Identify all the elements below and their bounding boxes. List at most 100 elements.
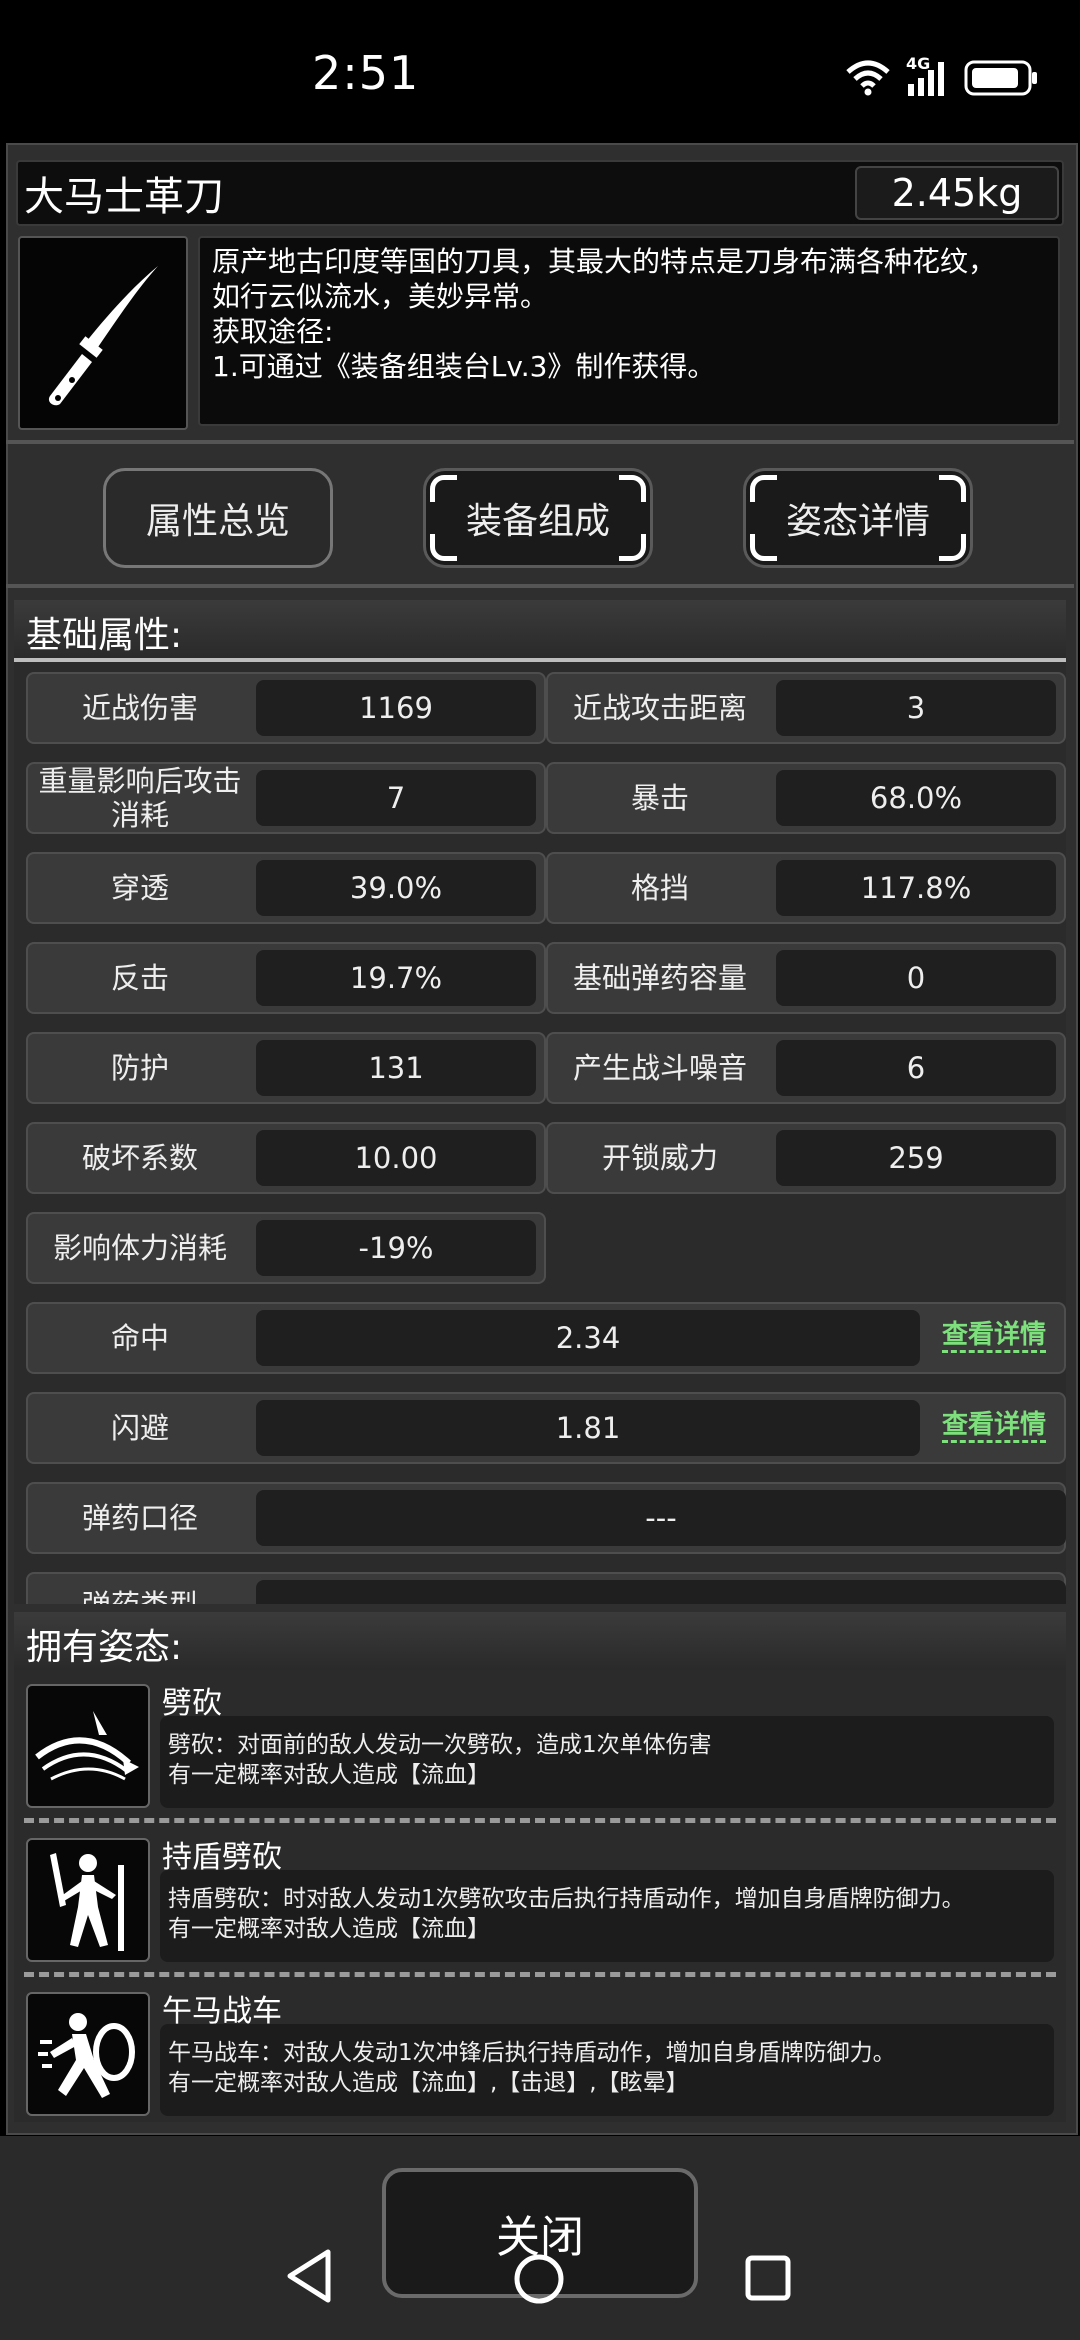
attr-value: 117.8% [776, 860, 1056, 916]
attr-label: 闪避 [110, 1411, 169, 1445]
attr-ammo-capacity: 基础弹药容量 0 [546, 942, 1066, 1014]
attr-label: 近战伤害 [81, 691, 198, 725]
description-line: 原产地古印度等国的刀具，其最大的特点是刀身布满各种花纹， [212, 245, 997, 278]
stance-description: 劈砍：对面前的敌人发动一次劈砍，造成1次单体伤害 有一定概率对敌人造成【流血】 [160, 1716, 1054, 1808]
stance-desc-line: 劈砍：对面前的敌人发动一次劈砍，造成1次单体伤害 [168, 1732, 712, 1758]
slash-icon [35, 1711, 139, 1781]
divider [6, 440, 1074, 444]
attr-label: 暴击 [630, 781, 689, 815]
back-nav-icon[interactable] [284, 2248, 334, 2304]
attr-critical: 暴击 68.0% [546, 762, 1066, 834]
attr-label: 防护 [110, 1051, 169, 1085]
attr-label: 影响体力消耗 [52, 1231, 227, 1265]
attr-value: -19% [256, 1220, 536, 1276]
attr-protection: 防护 131 [26, 1032, 546, 1104]
stance-desc-line: 有一定概率对敌人造成【流血】 [168, 1762, 490, 1788]
tab-stance-details[interactable]: 姿态详情 [743, 468, 973, 568]
attr-accuracy: 命中 2.34 查看详情 [26, 1302, 1066, 1374]
item-icon-frame [18, 236, 188, 430]
status-bar: 2:51 4G [0, 0, 1080, 140]
attr-label: 产生战斗噪音 [572, 1051, 747, 1085]
attr-label: 命中 [110, 1321, 169, 1355]
attr-value: 68.0% [776, 770, 1056, 826]
attr-label: 破坏系数 [81, 1141, 198, 1175]
attributes-list[interactable]: 近战伤害 1169 近战攻击距离 3 重量影响后攻击消耗 7 暴击 68.0% … [14, 662, 1066, 1604]
accuracy-details-link[interactable]: 查看详情 [941, 1320, 1046, 1353]
attr-counter: 反击 19.7% [26, 942, 546, 1014]
signal-icon: 4G [906, 54, 948, 98]
status-icons: 4G [846, 54, 1040, 98]
attr-ammo-caliber: 弹药口径 --- [26, 1482, 1066, 1554]
attr-value: 7 [256, 770, 536, 826]
attr-value: 6 [776, 1040, 1056, 1096]
stance-description: 午马战车：对敌人发动1次冲锋后执行持盾动作，增加自身盾牌防御力。 有一定概率对敌… [160, 2024, 1054, 2116]
description-line: 获取途径: [212, 315, 334, 348]
attr-value: --- [256, 1490, 1066, 1546]
attr-melee-range: 近战攻击距离 3 [546, 672, 1066, 744]
home-nav-icon[interactable] [512, 2252, 566, 2306]
attr-value: 131 [256, 1040, 536, 1096]
stance-desc-line: 有一定概率对敌人造成【流血】,【击退】,【眩晕】 [168, 2070, 689, 2096]
attr-label: 基础弹药容量 [572, 961, 747, 995]
item-description: 原产地古印度等国的刀具，其最大的特点是刀身布满各种花纹， 如行云似流水，美妙异常… [198, 236, 1060, 426]
stance-description: 持盾劈砍：时对敌人发动1次劈砍攻击后执行持盾动作，增加自身盾牌防御力。 有一定概… [160, 1870, 1054, 1962]
item-name: 大马士革刀 [24, 174, 224, 220]
recents-nav-icon[interactable] [744, 2254, 792, 2302]
tab-label: 属性总览 [145, 501, 290, 542]
attr-value: 1.81 [256, 1400, 920, 1456]
stance-icon-frame [26, 1684, 150, 1808]
wifi-icon [846, 60, 890, 96]
attr-label: 反击 [110, 961, 169, 995]
attr-weighted-attack-cost: 重量影响后攻击消耗 7 [26, 762, 546, 834]
attr-stamina-cost: 影响体力消耗 -19% [26, 1212, 546, 1284]
divider [6, 584, 1074, 588]
stance-icon-frame [26, 1992, 150, 2116]
attr-destruction-factor: 破坏系数 10.00 [26, 1122, 546, 1194]
shield-slash-icon [50, 1853, 124, 1951]
attr-value: 1169 [256, 680, 536, 736]
clock: 2:51 [312, 46, 420, 100]
item-weight: 2.45kg [855, 166, 1059, 220]
tab-equipment-composition[interactable]: 装备组成 [423, 468, 653, 568]
attributes-title: 基础属性: [26, 615, 183, 656]
attr-label: 弹药类型 [28, 1574, 252, 1604]
stance-desc-line: 持盾劈砍：时对敌人发动1次劈砍攻击后执行持盾动作，增加自身盾牌防御力。 [168, 1886, 965, 1912]
description-line: 1.可通过《装备组装台Lv.3》制作获得。 [212, 350, 716, 383]
battery-icon [964, 60, 1037, 96]
attr-label: 近战攻击距离 [572, 691, 747, 725]
stance-desc-line: 有一定概率对敌人造成【流血】 [168, 1916, 490, 1942]
attr-label: 穿透 [110, 871, 169, 905]
attr-label: 弹药口径 [81, 1501, 198, 1535]
description-line: 如行云似流水，美妙异常。 [212, 280, 549, 313]
attr-value: 259 [776, 1130, 1056, 1186]
attr-value: 3 [776, 680, 1056, 736]
attr-melee-damage: 近战伤害 1169 [26, 672, 546, 744]
attr-value: 19.7% [256, 950, 536, 1006]
tab-label: 装备组成 [465, 501, 610, 542]
shield-charge-icon [38, 2013, 135, 2098]
stance-desc-line: 午马战车：对敌人发动1次冲锋后执行持盾动作，增加自身盾牌防御力。 [168, 2040, 896, 2066]
attr-value: 2.34 [256, 1310, 920, 1366]
tab-label: 姿态详情 [785, 501, 930, 542]
stances-list[interactable]: 劈砍 劈砍：对面前的敌人发动一次劈砍，造成1次单体伤害 有一定概率对敌人造成【流… [14, 1670, 1066, 2122]
attr-label: 格挡 [630, 871, 689, 905]
evasion-details-link[interactable]: 查看详情 [941, 1410, 1046, 1443]
attr-combat-noise: 产生战斗噪音 6 [546, 1032, 1066, 1104]
attr-value: 39.0% [256, 860, 536, 916]
attr-lockpick-power: 开锁威力 259 [546, 1122, 1066, 1194]
attr-penetration: 穿透 39.0% [26, 852, 546, 924]
attr-value [256, 1580, 1066, 1604]
stance-separator [24, 1972, 1056, 1977]
attr-label: 开锁威力 [601, 1141, 718, 1175]
attr-evasion: 闪避 1.81 查看详情 [26, 1392, 1066, 1464]
tab-attribute-overview[interactable]: 属性总览 [103, 468, 333, 568]
attr-ammo-type: 弹药类型 [26, 1572, 1066, 1604]
knife-icon [48, 266, 158, 406]
stances-title: 拥有姿态: [26, 1627, 183, 1668]
stance-separator [24, 1818, 1056, 1823]
stance-icon-frame [26, 1838, 150, 1962]
attr-block: 格挡 117.8% [546, 852, 1066, 924]
attr-label: 重量影响后攻击消耗 [38, 764, 242, 832]
attr-value: 10.00 [256, 1130, 536, 1186]
attr-value: 0 [776, 950, 1056, 1006]
